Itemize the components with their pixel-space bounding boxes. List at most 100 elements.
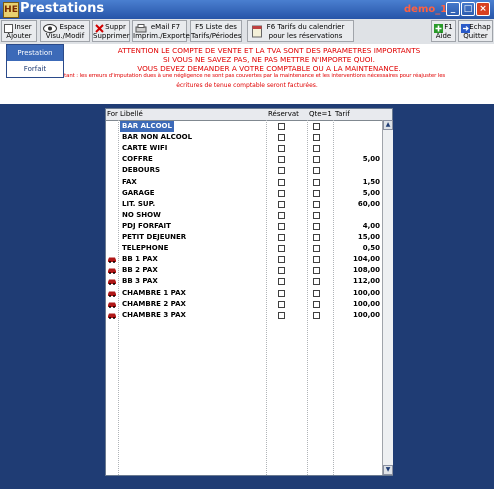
warning-line-5: écritures de tenue comptable seront fact… (176, 82, 318, 89)
reservation-checkbox[interactable] (278, 134, 285, 142)
type-menu: Prestation Forfait (6, 44, 64, 78)
table-row[interactable]: COFFRE 5,00 (106, 154, 382, 165)
reservation-checkbox[interactable] (278, 211, 285, 219)
tariffs-label: F5 Liste des (195, 23, 237, 31)
cell-tarif (336, 210, 380, 221)
reservation-checkbox[interactable] (278, 300, 285, 308)
delete-button[interactable]: Suppr Supprimer (92, 20, 130, 42)
reservation-checkbox[interactable] (278, 156, 285, 164)
table-row[interactable]: GARAGE 5,00 (106, 188, 382, 199)
qte-checkbox[interactable] (313, 211, 320, 219)
reservation-checkbox[interactable] (278, 267, 285, 275)
qte-checkbox[interactable] (313, 300, 320, 308)
space-label: Espace (59, 23, 85, 31)
reservation-checkbox[interactable] (278, 278, 285, 286)
reservation-checkbox[interactable] (278, 167, 285, 175)
space-button[interactable]: Espace Visu./Modif (40, 20, 90, 42)
insert-button[interactable]: Inser Ajouter (1, 20, 37, 42)
table-row[interactable]: NO SHOW (106, 210, 382, 221)
prestations-table: For Libellé Réservat Qte=1 Tarif BAR ALC… (105, 108, 393, 476)
cell-libelle: PDJ FORFAIT (122, 221, 171, 230)
table-row[interactable]: BAR NON ALCOOL (106, 132, 382, 143)
close-button[interactable]: × (476, 2, 490, 16)
qte-checkbox[interactable] (313, 156, 320, 164)
table-row[interactable]: BAR ALCOOL (106, 121, 382, 132)
table-row[interactable]: PETIT DEJEUNER 15,00 (106, 232, 382, 243)
reservation-checkbox[interactable] (278, 311, 285, 319)
minimize-button[interactable]: _ (446, 2, 460, 16)
table-row[interactable]: BB 2 PAX 108,00 (106, 265, 382, 276)
header-qte[interactable]: Qte=1 (309, 110, 332, 118)
table-row[interactable]: PDJ FORFAIT 4,00 (106, 221, 382, 232)
table-row[interactable]: CHAMBRE 2 PAX 100,00 (106, 299, 382, 310)
delete-label: Suppr (105, 23, 126, 31)
header-reservation[interactable]: Réservat (268, 110, 299, 118)
qte-checkbox[interactable] (313, 256, 320, 264)
cell-libelle: BB 1 PAX (122, 255, 158, 264)
reservation-checkbox[interactable] (278, 289, 285, 297)
reservation-checkbox[interactable] (278, 222, 285, 230)
maximize-button[interactable]: □ (461, 2, 475, 16)
email-sublabel: Imprim./Exporte (133, 32, 190, 40)
reservation-checkbox[interactable] (278, 145, 285, 153)
calendar-tariffs-button[interactable]: F6 Tarifs du calendrier pour les réserva… (247, 20, 354, 42)
table-row[interactable]: DEBOURS (106, 165, 382, 176)
vertical-scrollbar[interactable]: ▲ ▼ (382, 120, 393, 475)
reservation-checkbox[interactable] (278, 178, 285, 186)
reservation-checkbox[interactable] (278, 200, 285, 208)
reservation-checkbox[interactable] (278, 123, 285, 130)
table-row[interactable]: CHAMBRE 3 PAX 100,00 (106, 310, 382, 321)
cell-tarif: 5,00 (362, 188, 380, 197)
tariffs-periods-button[interactable]: F5 Liste des Tarifs/Périodes (190, 20, 242, 42)
qte-checkbox[interactable] (313, 134, 320, 142)
reservation-checkbox[interactable] (278, 245, 285, 253)
qte-checkbox[interactable] (313, 145, 320, 153)
header-for[interactable]: For (107, 110, 118, 118)
cell-tarif: 1,50 (362, 177, 380, 186)
table-row[interactable]: CHAMBRE 1 PAX 100,00 (106, 288, 382, 299)
cell-tarif: 5,00 (362, 155, 380, 164)
qte-checkbox[interactable] (313, 200, 320, 208)
cell-tarif: 108,00 (352, 266, 380, 275)
qte-checkbox[interactable] (313, 289, 320, 297)
table-row[interactable]: TELEPHONE 0,50 (106, 243, 382, 254)
qte-checkbox[interactable] (313, 311, 320, 319)
cell-libelle: TELEPHONE (122, 244, 169, 253)
table-row[interactable]: BB 3 PAX 112,00 (106, 276, 382, 287)
reservation-checkbox[interactable] (278, 234, 285, 241)
scroll-up-button[interactable]: ▲ (383, 120, 393, 130)
qte-checkbox[interactable] (313, 267, 320, 275)
cell-tarif (336, 143, 380, 154)
qte-checkbox[interactable] (313, 189, 320, 197)
cell-tarif: 104,00 (352, 255, 380, 264)
qte-checkbox[interactable] (313, 167, 320, 175)
car-icon (108, 291, 116, 297)
database-label: demo_1 (404, 4, 448, 15)
reservation-checkbox[interactable] (278, 256, 285, 264)
qte-checkbox[interactable] (313, 123, 320, 130)
car-icon (108, 268, 116, 275)
qte-checkbox[interactable] (313, 278, 320, 286)
qte-checkbox[interactable] (313, 222, 320, 230)
car-icon (108, 313, 116, 319)
scroll-down-button[interactable]: ▼ (383, 465, 393, 475)
table-row[interactable]: LIT. SUP. 60,00 (106, 199, 382, 210)
menu-item-forfait[interactable]: Forfait (7, 61, 63, 77)
table-row[interactable]: BB 1 PAX 104,00 (106, 254, 382, 265)
cell-libelle: BB 2 PAX (122, 266, 158, 275)
table-row[interactable]: CARTE WIFI (106, 143, 382, 154)
email-export-button[interactable]: eMail F7 Imprim./Exporte (132, 20, 190, 42)
cell-libelle: BAR NON ALCOOL (122, 133, 193, 142)
qte-checkbox[interactable] (313, 234, 320, 241)
help-label: F1 (444, 23, 453, 31)
qte-checkbox[interactable] (313, 178, 320, 186)
qte-checkbox[interactable] (313, 245, 320, 253)
menu-item-prestation[interactable]: Prestation (7, 45, 63, 61)
table-row[interactable]: FAX 1,50 (106, 177, 382, 188)
help-button[interactable]: F1 Aide (431, 20, 456, 42)
header-tarif[interactable]: Tarif (335, 110, 350, 118)
quit-button[interactable]: Echap Quitter (458, 20, 493, 42)
cell-libelle: LIT. SUP. (122, 199, 156, 208)
reservation-checkbox[interactable] (278, 189, 285, 197)
header-libelle[interactable]: Libellé (120, 110, 143, 118)
